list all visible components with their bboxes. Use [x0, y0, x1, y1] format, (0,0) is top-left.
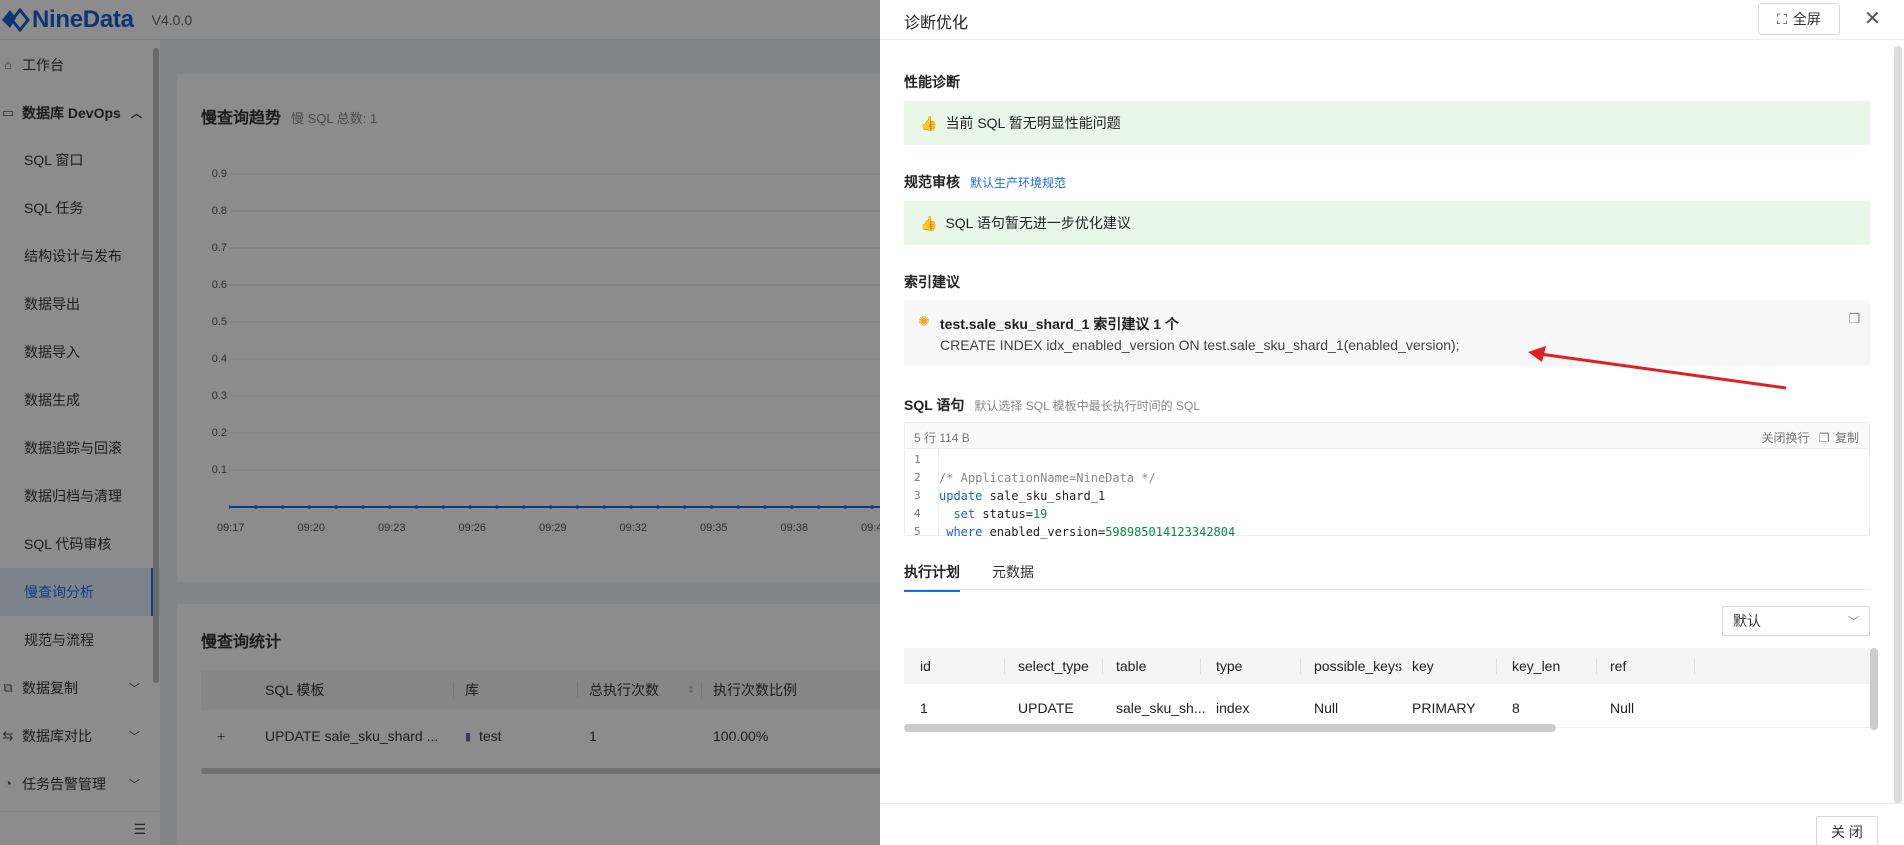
line-numbers: [905, 449, 939, 535]
drawer-footer: 关 闭: [880, 803, 1904, 845]
plan-tabs: 执行计划 元数据: [904, 560, 1870, 592]
index-headline: test.sale_sku_shard_1 索引建议 1 个: [940, 316, 1179, 332]
plan-col-possible-keys: possible_keys: [1314, 658, 1402, 674]
code-line: set status=19: [939, 507, 1047, 521]
code-line: /* ApplicationName=NineData */: [939, 471, 1156, 485]
column-divider[interactable]: [1694, 658, 1695, 674]
index-sql[interactable]: CREATE INDEX idx_enabled_version ON test…: [940, 337, 1460, 353]
column-divider[interactable]: [1596, 658, 1597, 674]
perf-result: 👍 当前 SQL 暂无明显性能问题: [904, 101, 1870, 145]
plan-col-type: type: [1216, 658, 1243, 674]
copy-icon[interactable]: ❐: [1848, 311, 1860, 327]
plan-col-table: table: [1116, 658, 1147, 674]
plan-cell: index: [1216, 700, 1250, 716]
review-message: SQL 语句暂无进一步优化建议: [945, 215, 1131, 231]
plan-cell: 8: [1512, 700, 1520, 716]
line-number: 1: [914, 453, 921, 466]
review-title-text: 规范审核: [904, 174, 960, 190]
select-value: 默认: [1733, 613, 1761, 629]
plan-cell: Null: [1610, 700, 1635, 716]
chevron-down-icon: ﹀: [1848, 616, 1859, 628]
plan-col-id: id: [920, 658, 931, 674]
code-toolbar: 5 行 114 B 关闭换行 ❐ 复制: [905, 423, 1869, 449]
perf-message: 当前 SQL 暂无明显性能问题: [945, 115, 1121, 131]
plan-vscrollbar[interactable]: [1870, 648, 1878, 730]
plan-cell: PRIMARY: [1412, 700, 1476, 716]
perf-section-title: 性能诊断: [904, 74, 960, 90]
column-divider[interactable]: [1496, 658, 1497, 674]
annotation-arrow: [1528, 346, 1787, 390]
index-section-title: 索引建议: [904, 274, 960, 290]
close-icon[interactable]: ✕: [1864, 6, 1881, 31]
plan-cell: Null: [1314, 700, 1339, 716]
thumbs-up-icon: 👍: [920, 114, 938, 131]
copy-icon[interactable]: ❐: [1819, 431, 1830, 445]
code-line: update sale_sku_shard_1: [939, 489, 1105, 503]
drawer-title: 诊断优化: [904, 15, 969, 32]
rule-link[interactable]: 默认生产环境规范: [970, 176, 1066, 190]
plan-col-key-len: key_len: [1512, 658, 1561, 674]
line-number: 5: [914, 525, 921, 538]
modal-mask[interactable]: [0, 0, 880, 845]
line-number: 2: [914, 471, 921, 484]
sql-section-title: SQL 语句 默认选择 SQL 模板中最长执行时间的 SQL: [904, 395, 1200, 415]
column-divider[interactable]: [1300, 658, 1301, 674]
code-comment: /* ApplicationName=NineData */: [939, 471, 1156, 485]
drawer-header: 诊断优化 ⛶ 全屏 ✕: [880, 0, 1904, 40]
code-keyword: update: [939, 489, 983, 503]
code-text: status=: [975, 507, 1033, 521]
wrap-toggle-button[interactable]: 关闭换行: [1762, 431, 1810, 445]
tab-execution-plan[interactable]: 执行计划: [904, 562, 960, 592]
sql-note: 默认选择 SQL 模板中最长执行时间的 SQL: [974, 399, 1201, 413]
code-actions: 关闭换行 ❐ 复制: [1762, 429, 1859, 446]
plan-table-header: id select_type table type possible_keys key ke…: [904, 648, 1870, 684]
table-row[interactable]: 1 UPDATE sale_sku_sh... index Null PRIMARY 8 Nu…: [904, 688, 1870, 728]
column-divider[interactable]: [1004, 658, 1005, 674]
code-line: where enabled_version=598985014123342804: [939, 525, 1235, 539]
fullscreen-button[interactable]: ⛶ 全屏: [1758, 3, 1840, 35]
plan-cell: sale_sku_sh...: [1116, 700, 1206, 716]
plan-col-ref: ref: [1610, 658, 1627, 674]
plan-mode-select[interactable]: 默认 ﹀: [1722, 606, 1870, 636]
lightbulb-icon: ✺: [918, 313, 930, 329]
code-meta: 5 行 114 B: [914, 431, 970, 445]
drawer-scrollbar[interactable]: [1894, 46, 1902, 804]
column-divider[interactable]: [1398, 658, 1399, 674]
code-keyword: set: [953, 507, 976, 521]
tab-metadata[interactable]: 元数据: [992, 562, 1034, 590]
plan-hscrollbar[interactable]: [904, 724, 1556, 732]
column-divider[interactable]: [1200, 658, 1201, 674]
plan-cell: UPDATE: [1018, 700, 1074, 716]
copy-button[interactable]: 复制: [1835, 431, 1859, 445]
code-number: 598985014123342804: [1105, 525, 1236, 539]
plan-col-select-type: select_type: [1018, 658, 1089, 674]
fullscreen-label: 全屏: [1792, 11, 1821, 27]
code-text: enabled_version=: [982, 525, 1106, 539]
code-keyword: where: [946, 525, 983, 539]
review-result: 👍 SQL 语句暂无进一步优化建议: [904, 201, 1870, 245]
fullscreen-icon: ⛶: [1777, 10, 1787, 27]
code-text: sale_sku_shard_1: [982, 489, 1106, 503]
plan-cell: 1: [920, 700, 928, 716]
code-number: 19: [1032, 507, 1048, 521]
diagnose-drawer: 诊断优化 ⛶ 全屏 ✕ 性能诊断 👍 当前 SQL 暂无明显性能问题 规范审核默…: [880, 0, 1904, 845]
sql-code-editor[interactable]: 5 行 114 B 关闭换行 ❐ 复制 1 2 /* ApplicationName…: [904, 422, 1870, 539]
line-number: 4: [914, 507, 921, 520]
line-number: 3: [914, 489, 921, 502]
thumbs-up-icon: 👍: [920, 214, 938, 231]
review-section-title: 规范审核 默认生产环境规范: [904, 172, 1066, 192]
column-divider[interactable]: [1102, 658, 1103, 674]
sql-title-text: SQL 语句: [904, 397, 965, 413]
close-button[interactable]: 关 闭: [1816, 816, 1878, 845]
plan-col-key: key: [1412, 658, 1434, 674]
